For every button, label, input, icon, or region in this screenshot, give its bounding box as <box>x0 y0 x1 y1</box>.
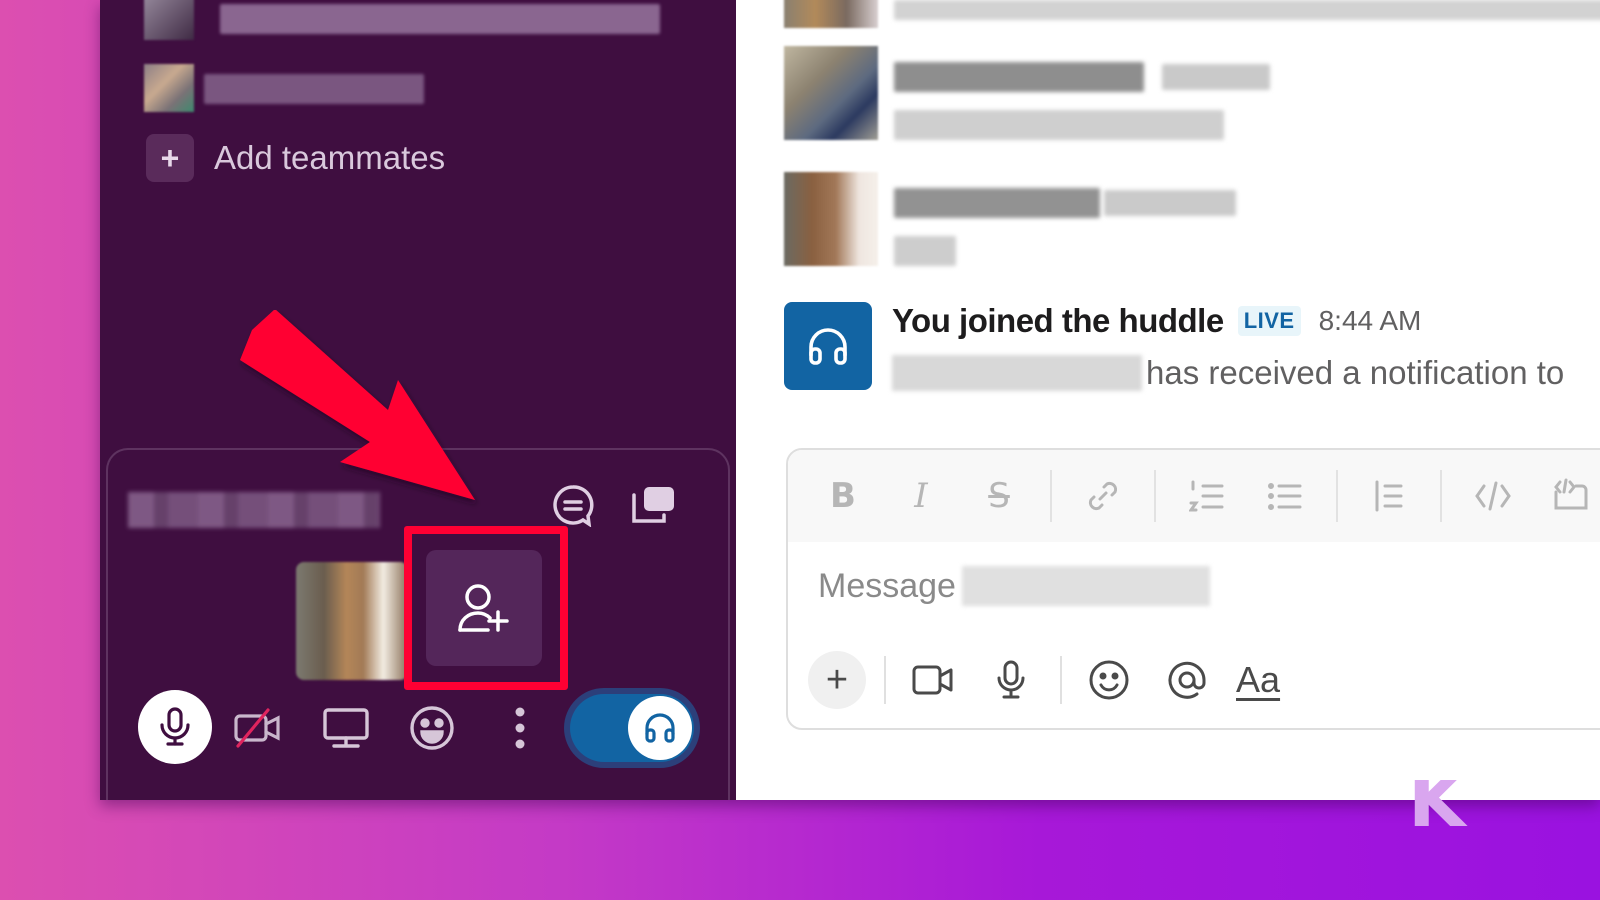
screen-share-icon <box>323 708 369 748</box>
channel-name-blurred <box>961 566 1210 606</box>
plus-icon: + <box>146 134 194 182</box>
bold-icon: B <box>830 476 856 516</box>
link-button[interactable] <box>1076 469 1130 523</box>
at-sign-icon <box>1168 661 1206 699</box>
strikethrough-button[interactable]: S <box>972 469 1026 523</box>
toolbar-divider <box>1154 470 1156 522</box>
video-camera-icon <box>912 665 953 695</box>
headphones-icon <box>645 713 675 743</box>
dm-name-blurred[interactable] <box>204 74 424 104</box>
mention-button[interactable] <box>1158 651 1216 709</box>
avatar <box>784 0 878 28</box>
dm-avatar-blurred <box>144 64 194 112</box>
sidebar: + Add teammates <box>100 0 736 800</box>
message-composer: B I S Message + Aa <box>786 448 1600 730</box>
huddle-toggle[interactable] <box>564 688 700 768</box>
toolbar-divider <box>1050 470 1052 522</box>
screen-share-button[interactable] <box>320 702 372 754</box>
code-button[interactable] <box>1466 469 1520 523</box>
message-placeholder: Message <box>818 566 956 605</box>
ordered-list-icon <box>1189 480 1224 512</box>
bulleted-list-button[interactable] <box>1258 469 1312 523</box>
composer-divider <box>884 656 886 704</box>
emoji-icon <box>1089 660 1129 700</box>
italic-button[interactable]: I <box>894 469 948 523</box>
emoji-button[interactable] <box>1080 651 1138 709</box>
composer-divider <box>1060 656 1062 704</box>
mentioned-user-blurred[interactable] <box>892 355 1142 391</box>
emoji-reaction-icon <box>410 706 454 750</box>
huddle-panel <box>106 448 730 800</box>
huddle-thread-icon[interactable] <box>548 480 598 530</box>
avatar <box>784 46 878 140</box>
link-icon <box>1088 481 1118 511</box>
huddle-message-title: You joined the huddle <box>892 302 1224 339</box>
add-teammates-button[interactable]: + Add teammates <box>146 134 445 182</box>
live-badge: LIVE <box>1237 306 1301 336</box>
ordered-list-button[interactable] <box>1180 469 1234 523</box>
huddle-channel-name-blurred <box>128 492 380 528</box>
reaction-button[interactable] <box>406 702 458 754</box>
toolbar-divider <box>1336 470 1338 522</box>
slack-window: + Add teammates You joined the huddle LI… <box>100 0 1600 800</box>
plus-icon: + <box>825 658 849 701</box>
message-timestamp[interactable]: 8:44 AM <box>1319 305 1422 337</box>
huddle-avatar <box>784 302 872 390</box>
video-off-icon <box>234 708 280 748</box>
huddle-message-subtext: has received a notification to <box>1146 354 1565 391</box>
toolbar-divider <box>1440 470 1442 522</box>
huddle-controls <box>108 688 728 770</box>
microphone-icon <box>160 707 190 746</box>
code-icon <box>1475 481 1511 511</box>
dm-name-blurred[interactable] <box>220 4 660 34</box>
microphone-icon <box>997 660 1025 699</box>
strikethrough-icon: S <box>988 476 1010 516</box>
formatting-toolbar: B I S <box>788 450 1600 542</box>
bulleted-list-icon <box>1268 483 1302 510</box>
more-vertical-icon <box>515 707 525 749</box>
huddle-toggle-knob <box>628 696 692 760</box>
add-teammates-label: Add teammates <box>214 139 446 176</box>
italic-icon: I <box>914 476 928 516</box>
code-block-button[interactable] <box>1544 469 1598 523</box>
watermark-logo: K <box>1408 780 1466 830</box>
bold-button[interactable]: B <box>816 469 870 523</box>
message-pane: You joined the huddle LIVE 8:44 AM has r… <box>736 0 1600 800</box>
formatting-toggle-button[interactable]: Aa <box>1236 659 1280 701</box>
avatar <box>784 172 878 266</box>
mute-microphone-button[interactable] <box>138 690 212 764</box>
popout-window-icon[interactable] <box>628 480 678 530</box>
record-video-button[interactable] <box>904 651 962 709</box>
blockquote-button[interactable] <box>1362 469 1416 523</box>
annotation-highlight-box <box>404 526 568 690</box>
video-toggle-button[interactable] <box>232 702 284 754</box>
composer-actions: + Aa <box>808 650 1280 710</box>
more-options-button[interactable] <box>494 702 546 754</box>
code-block-icon <box>1554 478 1588 510</box>
attach-button[interactable]: + <box>808 651 866 709</box>
blockquote-icon <box>1375 480 1403 512</box>
participant-video-tile[interactable] <box>296 562 408 680</box>
huddle-toggle-track <box>570 694 694 762</box>
dm-avatar-blurred <box>144 0 194 40</box>
message-input[interactable]: Message <box>818 566 1210 606</box>
record-audio-button[interactable] <box>982 651 1040 709</box>
headphones-icon <box>809 328 847 365</box>
